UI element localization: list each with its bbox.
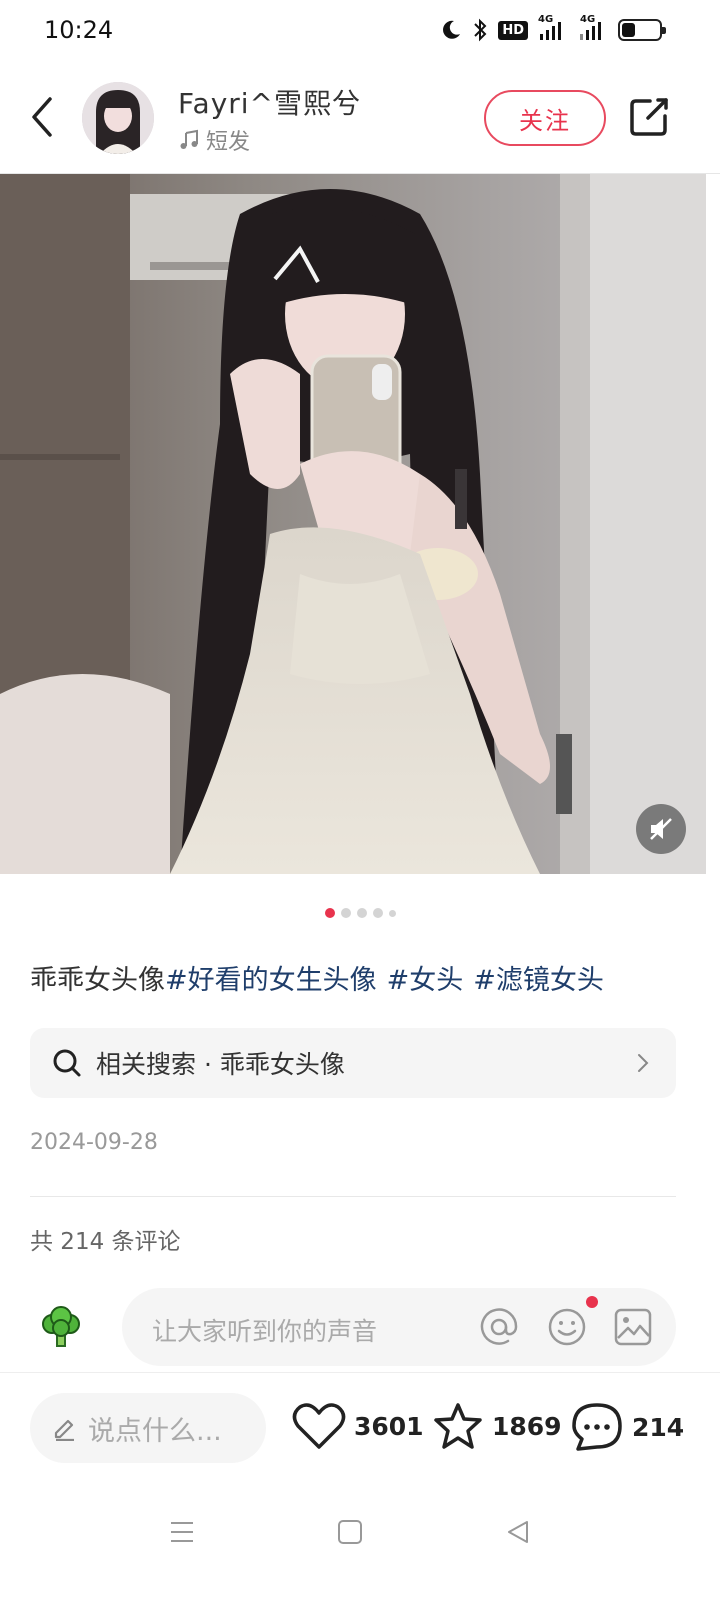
user-avatar-broccoli-icon[interactable] <box>40 1306 82 1348</box>
star-icon <box>434 1403 482 1449</box>
back-button[interactable] <box>22 92 62 142</box>
hamburger-icon <box>171 1522 193 1542</box>
related-search-text: 相关搜索 · 乖乖女头像 <box>96 1050 345 1079</box>
mute-button[interactable] <box>636 804 686 854</box>
status-time: 10:24 <box>44 16 114 44</box>
post-date: 2024-09-28 <box>30 1130 158 1155</box>
post-text: 乖乖女头像 <box>30 965 165 996</box>
notification-dot <box>586 1296 598 1308</box>
triangle-back-icon <box>508 1521 528 1543</box>
status-bar: 10:24 HD 4G 4G <box>0 0 720 64</box>
bluetooth-icon <box>474 18 487 42</box>
moon-icon <box>443 20 461 39</box>
music-tag[interactable]: 短发 <box>178 124 250 156</box>
signal-icon-2: 4G <box>576 14 608 42</box>
carousel-dot-active <box>324 908 335 918</box>
comment-placeholder: 让大家听到你的声音 <box>152 1317 378 1346</box>
mention-icon[interactable] <box>478 1306 520 1348</box>
favorite-count: 1869 <box>492 1411 562 1441</box>
heart-icon <box>292 1403 346 1449</box>
back-nav-button[interactable] <box>498 1512 538 1552</box>
favorite-button[interactable]: 1869 <box>432 1401 562 1451</box>
comment-input[interactable]: 让大家听到你的声音 <box>122 1288 676 1366</box>
related-search-bar[interactable]: 相关搜索 · 乖乖女头像 <box>30 1028 676 1098</box>
comment-bubble-icon <box>572 1403 622 1451</box>
hashtag-link[interactable]: #滤镜女头 <box>473 965 604 996</box>
speaker-muted-icon <box>650 818 672 840</box>
home-nav-button[interactable] <box>330 1512 370 1552</box>
carousel-dot <box>356 908 367 918</box>
battery-icon <box>618 19 666 41</box>
battery-fill <box>622 23 635 37</box>
music-note-icon <box>180 129 198 149</box>
like-count: 3601 <box>354 1411 424 1441</box>
comment-button[interactable]: 214 <box>570 1401 684 1453</box>
carousel-indicator <box>0 908 720 918</box>
carousel-dot <box>372 908 383 918</box>
system-navigation-bar <box>0 1490 720 1600</box>
signal-icon: 4G <box>538 14 566 42</box>
chevron-right-icon <box>638 1054 649 1072</box>
post-description: 乖乖女头像#好看的女生头像 #女头 #滤镜女头 <box>30 958 700 997</box>
say-something-label: 说点什么... <box>88 1415 222 1447</box>
follow-button[interactable]: 关注 <box>484 90 606 146</box>
square-icon <box>338 1520 362 1544</box>
carousel-dot <box>388 909 396 917</box>
bottom-action-bar: 说点什么... 3601 1869 214 <box>0 1372 720 1480</box>
hd-badge: HD <box>498 20 528 40</box>
status-icons: HD 4G 4G <box>440 14 666 42</box>
post-header: Fayri^雪熙兮 短发 关注 <box>0 70 720 174</box>
comment-count-button: 214 <box>632 1412 685 1442</box>
carousel-dot <box>340 908 351 918</box>
comment-count: 共 214 条评论 <box>30 1229 181 1255</box>
like-button[interactable]: 3601 <box>292 1401 424 1451</box>
post-photo[interactable] <box>0 174 706 874</box>
image-icon[interactable] <box>612 1306 654 1348</box>
hashtag-link[interactable]: #好看的女生头像 <box>165 965 377 996</box>
hashtag-link[interactable]: #女头 <box>387 965 464 996</box>
share-icon <box>630 98 668 136</box>
menu-nav-button[interactable] <box>162 1512 202 1552</box>
share-button[interactable] <box>628 96 670 138</box>
divider <box>30 1196 676 1197</box>
pencil-icon <box>54 1419 74 1441</box>
chevron-left-icon <box>32 97 52 137</box>
author-avatar[interactable] <box>82 82 154 154</box>
emoji-icon[interactable] <box>546 1306 588 1348</box>
say-something-button[interactable]: 说点什么... <box>30 1393 266 1463</box>
author-name[interactable]: Fayri^雪熙兮 <box>178 82 361 122</box>
music-label: 短发 <box>206 130 251 155</box>
search-icon <box>53 1049 81 1077</box>
